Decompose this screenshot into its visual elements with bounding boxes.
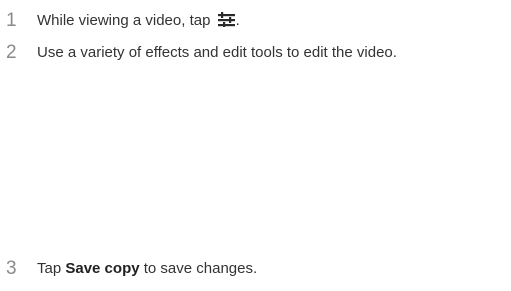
edit-adjust-icon bbox=[217, 10, 235, 36]
step-text-before: While viewing a video, tap bbox=[37, 12, 215, 29]
step-number: 1 bbox=[6, 10, 17, 31]
step-text-after: . bbox=[235, 12, 240, 29]
step-text-after: to save changes. bbox=[139, 260, 258, 277]
step-number: 3 bbox=[6, 258, 17, 279]
step-1: 1 While viewing a video, tap . bbox=[0, 8, 511, 34]
step-text-before: Tap bbox=[37, 260, 66, 277]
step-2: 2 Use a variety of effects and edit tool… bbox=[0, 40, 511, 66]
step-text: Tap Save copy to save changes. bbox=[37, 256, 257, 282]
step-3: 3 Tap Save copy to save changes. bbox=[0, 256, 511, 282]
step-text: While viewing a video, tap . bbox=[37, 8, 240, 36]
step-number: 2 bbox=[6, 42, 17, 63]
step-text: Use a variety of effects and edit tools … bbox=[37, 44, 397, 61]
save-copy-label: Save copy bbox=[65, 260, 140, 277]
